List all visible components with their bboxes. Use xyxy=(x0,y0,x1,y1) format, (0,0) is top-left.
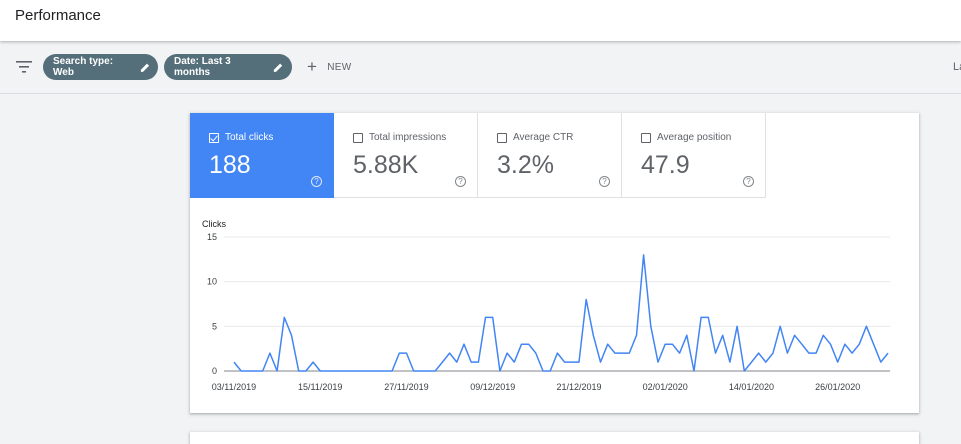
metric-value: 47.9 xyxy=(641,151,690,179)
filter-icon[interactable] xyxy=(16,60,32,74)
help-icon[interactable]: ? xyxy=(599,176,610,187)
x-tick-label: 26/01/2020 xyxy=(815,382,860,392)
y-tick-label: 0 xyxy=(212,366,217,376)
checkbox-icon[interactable] xyxy=(497,132,507,143)
new-filter-button[interactable]: + NEW xyxy=(307,57,352,76)
filter-bar: Search type: Web Date: Last 3 months + N… xyxy=(0,42,961,94)
metric-label: Average CTR xyxy=(513,132,574,143)
metric-label: Average position xyxy=(657,132,732,143)
x-tick-label: 15/11/2019 xyxy=(298,382,342,392)
y-tick-label: 15 xyxy=(207,232,217,242)
y-tick-label: 10 xyxy=(207,277,217,287)
truncated-toolbar-text[interactable]: La xyxy=(953,61,961,73)
metric-value: 3.2% xyxy=(497,151,554,179)
metric-value: 5.88K xyxy=(353,151,419,179)
x-tick-label: 14/01/2020 xyxy=(729,382,774,392)
x-tick-label: 02/01/2020 xyxy=(643,382,688,392)
clicks-line-chart: Clicks 0 5 10 15 03/11/2019 15/11/2019 27/11/20… xyxy=(202,219,890,392)
performance-card: Total clicks 188 ? Total impressions 5.8… xyxy=(190,113,919,413)
y-axis-title: Clicks xyxy=(202,219,226,229)
x-tick-label: 09/12/2019 xyxy=(470,382,515,392)
checkbox-icon[interactable] xyxy=(353,132,363,143)
x-tick-label: 21/12/2019 xyxy=(556,382,601,392)
clicks-series-line xyxy=(233,254,889,372)
new-filter-label: NEW xyxy=(327,61,352,73)
x-tick-label: 03/11/2019 xyxy=(212,382,256,392)
metric-average-position[interactable]: Average position 47.9 ? xyxy=(622,113,766,198)
help-icon[interactable]: ? xyxy=(455,176,466,187)
second-card xyxy=(190,432,919,444)
pencil-icon xyxy=(140,63,149,72)
search-type-chip-label: Search type: Web xyxy=(53,56,114,78)
date-chip[interactable]: Date: Last 3 months xyxy=(164,54,292,80)
metric-total-impressions[interactable]: Total impressions 5.88K ? xyxy=(334,113,478,198)
top-bar: Performance xyxy=(0,0,961,41)
metric-average-ctr[interactable]: Average CTR 3.2% ? xyxy=(478,113,622,198)
checkbox-icon[interactable] xyxy=(641,132,651,143)
page-title: Performance xyxy=(15,7,101,24)
x-tick-label: 27/11/2019 xyxy=(384,382,428,392)
metric-label: Total impressions xyxy=(369,132,447,143)
plus-icon: + xyxy=(307,57,318,76)
date-chip-label: Date: Last 3 months xyxy=(174,56,231,78)
metric-label: Total clicks xyxy=(225,132,274,143)
help-icon[interactable]: ? xyxy=(743,176,754,187)
pencil-icon xyxy=(274,63,283,72)
help-icon[interactable]: ? xyxy=(311,176,322,187)
metric-total-clicks[interactable]: Total clicks 188 ? xyxy=(190,113,334,198)
search-type-chip[interactable]: Search type: Web xyxy=(43,54,158,80)
checkbox-checked-icon[interactable] xyxy=(209,132,219,143)
y-tick-label: 5 xyxy=(212,321,217,331)
metric-value: 188 xyxy=(209,151,251,179)
